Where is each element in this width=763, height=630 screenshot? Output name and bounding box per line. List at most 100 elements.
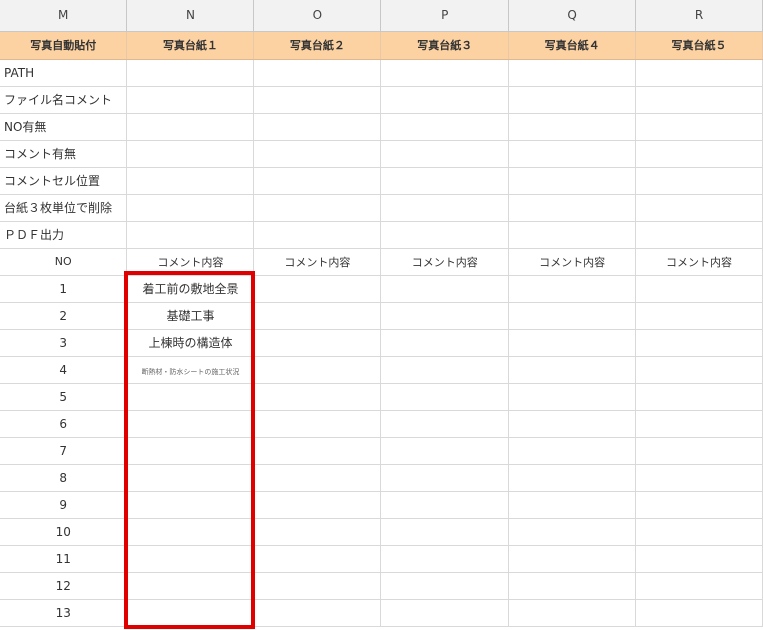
comment-header-3[interactable]: コメント内容	[380, 248, 510, 276]
empty-cell[interactable]	[635, 383, 763, 411]
empty-cell[interactable]	[508, 572, 637, 600]
empty-cell[interactable]	[508, 437, 637, 465]
row-number-cell[interactable]: 11	[0, 545, 128, 573]
comment-cell[interactable]	[126, 545, 255, 573]
empty-cell[interactable]	[253, 383, 382, 411]
row-number-cell[interactable]: 7	[0, 437, 128, 465]
empty-cell[interactable]	[635, 356, 763, 384]
empty-cell[interactable]	[253, 302, 382, 330]
empty-cell[interactable]	[380, 410, 510, 438]
empty-cell[interactable]	[380, 464, 510, 492]
photo-sheet-1-header[interactable]: 写真台紙１	[126, 31, 255, 60]
comment-cell[interactable]	[126, 572, 255, 600]
photo-auto-paste-header[interactable]: 写真自動貼付	[0, 31, 128, 60]
setting-cell[interactable]	[380, 221, 510, 249]
column-header-q[interactable]: Q	[508, 0, 637, 32]
comment-header-4[interactable]: コメント内容	[508, 248, 637, 276]
empty-cell[interactable]	[635, 599, 763, 627]
empty-cell[interactable]	[635, 437, 763, 465]
empty-cell[interactable]	[253, 599, 382, 627]
setting-cell[interactable]	[635, 221, 763, 249]
comment-cell[interactable]	[126, 383, 255, 411]
empty-cell[interactable]	[508, 491, 637, 519]
setting-cell[interactable]	[635, 140, 763, 168]
comment-header-5[interactable]: コメント内容	[635, 248, 763, 276]
empty-cell[interactable]	[508, 599, 637, 627]
empty-cell[interactable]	[635, 275, 763, 303]
no-header[interactable]: NO	[0, 248, 128, 276]
setting-label[interactable]: コメント有無	[0, 140, 128, 168]
photo-sheet-2-header[interactable]: 写真台紙２	[253, 31, 382, 60]
setting-label[interactable]: ファイル名コメント	[0, 86, 128, 114]
row-number-cell[interactable]: 5	[0, 383, 128, 411]
comment-cell[interactable]	[126, 518, 255, 546]
setting-cell[interactable]	[635, 194, 763, 222]
empty-cell[interactable]	[253, 491, 382, 519]
empty-cell[interactable]	[635, 410, 763, 438]
setting-cell[interactable]	[380, 113, 510, 141]
setting-cell[interactable]	[253, 86, 382, 114]
row-number-cell[interactable]: 2	[0, 302, 128, 330]
setting-cell[interactable]	[635, 113, 763, 141]
empty-cell[interactable]	[380, 572, 510, 600]
comment-cell[interactable]	[126, 599, 255, 627]
setting-cell[interactable]	[508, 194, 637, 222]
empty-cell[interactable]	[635, 464, 763, 492]
column-header-o[interactable]: O	[253, 0, 382, 32]
comment-cell[interactable]	[126, 410, 255, 438]
setting-cell[interactable]	[508, 86, 637, 114]
comment-cell[interactable]: 上棟時の構造体	[126, 329, 255, 357]
setting-cell[interactable]	[253, 59, 382, 87]
row-number-cell[interactable]: 1	[0, 275, 128, 303]
setting-cell[interactable]	[253, 194, 382, 222]
setting-cell[interactable]	[635, 86, 763, 114]
empty-cell[interactable]	[253, 464, 382, 492]
comment-cell[interactable]: 断熱材・防水シートの施工状況	[126, 356, 255, 384]
empty-cell[interactable]	[253, 518, 382, 546]
comment-header-2[interactable]: コメント内容	[253, 248, 382, 276]
setting-label[interactable]: 台紙３枚単位で削除	[0, 194, 128, 222]
setting-label[interactable]: コメントセル位置	[0, 167, 128, 195]
empty-cell[interactable]	[380, 491, 510, 519]
empty-cell[interactable]	[508, 545, 637, 573]
setting-cell[interactable]	[380, 86, 510, 114]
setting-cell[interactable]	[380, 194, 510, 222]
setting-cell[interactable]	[380, 167, 510, 195]
empty-cell[interactable]	[253, 410, 382, 438]
empty-cell[interactable]	[635, 302, 763, 330]
empty-cell[interactable]	[635, 491, 763, 519]
empty-cell[interactable]	[380, 275, 510, 303]
empty-cell[interactable]	[380, 599, 510, 627]
setting-cell[interactable]	[635, 59, 763, 87]
empty-cell[interactable]	[508, 383, 637, 411]
setting-label[interactable]: ＰＤＦ出力	[0, 221, 128, 249]
photo-sheet-5-header[interactable]: 写真台紙５	[635, 31, 763, 60]
setting-cell[interactable]	[635, 167, 763, 195]
setting-cell[interactable]	[380, 140, 510, 168]
column-header-m[interactable]: M	[0, 0, 128, 32]
row-number-cell[interactable]: 9	[0, 491, 128, 519]
row-number-cell[interactable]: 8	[0, 464, 128, 492]
empty-cell[interactable]	[253, 329, 382, 357]
empty-cell[interactable]	[508, 302, 637, 330]
empty-cell[interactable]	[253, 437, 382, 465]
empty-cell[interactable]	[508, 356, 637, 384]
column-header-r[interactable]: R	[635, 0, 763, 32]
setting-cell[interactable]	[126, 113, 255, 141]
row-number-cell[interactable]: 4	[0, 356, 128, 384]
row-number-cell[interactable]: 10	[0, 518, 128, 546]
empty-cell[interactable]	[380, 329, 510, 357]
setting-label[interactable]: NO有無	[0, 113, 128, 141]
comment-cell[interactable]	[126, 437, 255, 465]
empty-cell[interactable]	[635, 545, 763, 573]
setting-cell[interactable]	[126, 140, 255, 168]
column-header-p[interactable]: P	[380, 0, 510, 32]
photo-sheet-3-header[interactable]: 写真台紙３	[380, 31, 510, 60]
setting-cell[interactable]	[253, 113, 382, 141]
setting-cell[interactable]	[508, 59, 637, 87]
empty-cell[interactable]	[635, 329, 763, 357]
comment-cell[interactable]	[126, 464, 255, 492]
empty-cell[interactable]	[380, 518, 510, 546]
empty-cell[interactable]	[253, 572, 382, 600]
row-number-cell[interactable]: 6	[0, 410, 128, 438]
